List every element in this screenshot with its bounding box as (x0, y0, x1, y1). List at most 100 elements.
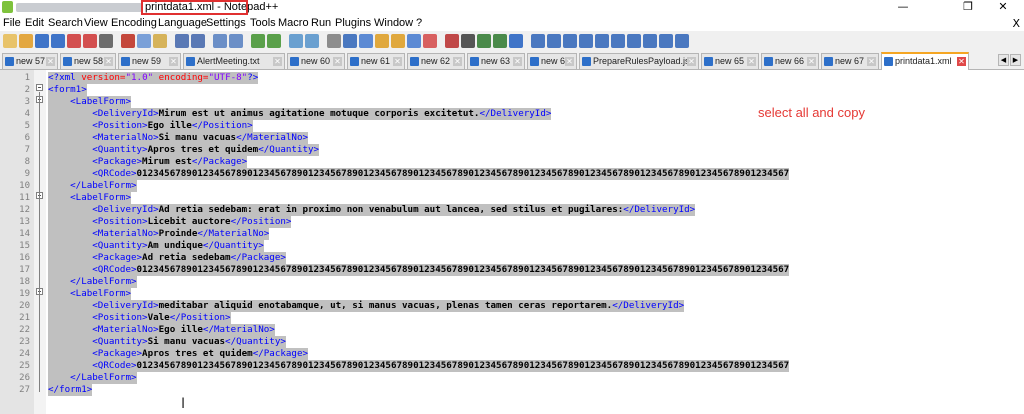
code-line[interactable]: 10 </LabelForm> (0, 180, 1024, 192)
tab-new-64[interactable]: new 64 ✕ (527, 53, 577, 69)
code-line[interactable]: 15 <Quantity>Am undique</Quantity> (0, 240, 1024, 252)
menu-help[interactable]: ? (416, 17, 422, 29)
toolbar-extra-icon[interactable] (659, 34, 673, 48)
code-line[interactable]: 5 <Position>Ego ille</Position> (0, 120, 1024, 132)
tab-new-62[interactable]: new 62 ✕ (407, 53, 465, 69)
paste-icon[interactable] (153, 34, 167, 48)
menu-encoding[interactable]: Encoding (111, 17, 157, 29)
print-icon[interactable] (99, 34, 113, 48)
tab-close-icon[interactable]: ✕ (169, 57, 178, 66)
tab-new-58[interactable]: new 58 ✕ (60, 53, 116, 69)
monitor-icon[interactable] (423, 34, 437, 48)
code-line[interactable]: 8 <Package>Mirum est</Package> (0, 156, 1024, 168)
tab-new-61[interactable]: new 61 ✕ (347, 53, 405, 69)
code-line[interactable]: 24 <Package>Apros tres et quidem</Packag… (0, 348, 1024, 360)
run-macro-multiple-icon[interactable] (493, 34, 507, 48)
tab-scroll-left-icon[interactable]: ◀ (998, 54, 1009, 66)
tab-new-66[interactable]: new 66 ✕ (761, 53, 819, 69)
editor-pane[interactable]: 1 <?xml version="1.0" encoding="UTF-8"?> 2… (0, 70, 1024, 414)
menu-view[interactable]: View (84, 17, 108, 29)
tab-close-icon[interactable]: ✕ (687, 57, 696, 66)
code-line[interactable]: 11 <LabelForm> (0, 192, 1024, 204)
code-line[interactable]: 18 </LabelForm> (0, 276, 1024, 288)
code-line[interactable]: 23 <Quantity>Si manu vacuas</Quantity> (0, 336, 1024, 348)
code-line[interactable]: 14 <MaterialNo>Proinde</MaterialNo> (0, 228, 1024, 240)
tab-close-icon[interactable]: ✕ (393, 57, 402, 66)
menu-language[interactable]: Language (158, 17, 207, 29)
tab-preparerulespayload[interactable]: PrepareRulesPayload.js ✕ (579, 53, 699, 69)
toolbar-extra-icon[interactable] (563, 34, 577, 48)
open-file-icon[interactable] (19, 34, 33, 48)
tab-close-icon[interactable]: ✕ (807, 57, 816, 66)
code-line[interactable]: 16 <Package>Ad retia sedebam</Package> (0, 252, 1024, 264)
code-line[interactable]: 25 <QRCode>01234567890123456789012345678… (0, 360, 1024, 372)
show-all-chars-icon[interactable] (343, 34, 357, 48)
tab-new-59[interactable]: new 59 ✕ (118, 53, 181, 69)
menu-edit[interactable]: Edit (25, 17, 44, 29)
play-macro-icon[interactable] (477, 34, 491, 48)
tab-new-67[interactable]: new 67 ✕ (821, 53, 879, 69)
toolbar-extra-icon[interactable] (579, 34, 593, 48)
menu-search[interactable]: Search (48, 17, 83, 29)
code-line[interactable]: 27 </form1> (0, 384, 1024, 396)
code-line[interactable]: 22 <MaterialNo>Ego ille</MaterialNo> (0, 324, 1024, 336)
tab-close-icon[interactable]: ✕ (867, 57, 876, 66)
code-line[interactable]: 2 <form1> (0, 84, 1024, 96)
find-icon[interactable] (213, 34, 227, 48)
folder-workspace-icon[interactable] (407, 34, 421, 48)
code-line[interactable]: 19 <LabelForm> (0, 288, 1024, 300)
indent-guide-icon[interactable] (359, 34, 373, 48)
move-up-icon[interactable] (531, 34, 545, 48)
code-line[interactable]: 21 <Position>Vale</Position> (0, 312, 1024, 324)
save-macro-icon[interactable] (509, 34, 523, 48)
new-file-icon[interactable] (3, 34, 17, 48)
close-button[interactable]: ✕ (980, 0, 1024, 15)
cut-icon[interactable] (121, 34, 135, 48)
code-line[interactable]: 6 <MaterialNo>Si manu vacuas</MaterialNo… (0, 132, 1024, 144)
notepadpp-app-icon[interactable] (2, 1, 13, 13)
code-line[interactable]: 4 <DeliveryId>Mirum est ut animus agitat… (0, 108, 1024, 120)
code-line[interactable]: 9 <QRCode>012345678901234567890123456789… (0, 168, 1024, 180)
toolbar-extra-icon[interactable] (611, 34, 625, 48)
close-all-icon[interactable] (83, 34, 97, 48)
toolbar-extra-icon[interactable] (675, 34, 689, 48)
close-document-icon[interactable]: X (1012, 17, 1020, 30)
sync-horizontal-icon[interactable] (305, 34, 319, 48)
tab-new-57[interactable]: new 57 ✕ (2, 53, 58, 69)
tab-new-65[interactable]: new 65 ✕ (701, 53, 759, 69)
toolbar-extra-icon[interactable] (643, 34, 657, 48)
menu-macro[interactable]: Macro (278, 17, 309, 29)
menu-tools[interactable]: Tools (250, 17, 276, 29)
undo-icon[interactable] (175, 34, 189, 48)
save-icon[interactable] (35, 34, 49, 48)
tab-close-icon[interactable]: ✕ (747, 57, 756, 66)
code-line[interactable]: 3 <LabelForm> (0, 96, 1024, 108)
word-wrap-icon[interactable] (327, 34, 341, 48)
tab-alertmeeting[interactable]: AlertMeeting.txt ✕ (183, 53, 285, 69)
menu-plugins[interactable]: Plugins (335, 17, 371, 29)
tab-close-icon[interactable]: ✕ (333, 57, 342, 66)
fold-toggle-icon[interactable] (36, 84, 43, 91)
tab-new-63[interactable]: new 63 ✕ (467, 53, 525, 69)
toolbar-extra-icon[interactable] (627, 34, 641, 48)
tab-close-icon[interactable]: ✕ (453, 57, 462, 66)
tab-scroll-right-icon[interactable]: ▶ (1010, 54, 1021, 66)
copy-icon[interactable] (137, 34, 151, 48)
code-line[interactable]: 7 <Quantity>Apros tres et quidem</Quanti… (0, 144, 1024, 156)
tab-new-60[interactable]: new 60 ✕ (287, 53, 345, 69)
save-all-icon[interactable] (51, 34, 65, 48)
redo-icon[interactable] (191, 34, 205, 48)
code-line[interactable]: 26 </LabelForm> (0, 372, 1024, 384)
code-line[interactable]: 20 <DeliveryId>meditabar aliquid enotaba… (0, 300, 1024, 312)
menu-file[interactable]: File (3, 17, 21, 29)
tab-close-icon[interactable]: ✕ (957, 57, 966, 66)
replace-icon[interactable] (229, 34, 243, 48)
tab-close-icon[interactable]: ✕ (104, 57, 113, 66)
menu-run[interactable]: Run (311, 17, 331, 29)
minimize-button[interactable]: — (880, 0, 926, 15)
menu-settings[interactable]: Settings (206, 17, 246, 29)
stop-macro-icon[interactable] (461, 34, 475, 48)
zoom-in-icon[interactable] (251, 34, 265, 48)
tab-close-icon[interactable]: ✕ (46, 57, 55, 66)
menu-window[interactable]: Window (374, 17, 413, 29)
